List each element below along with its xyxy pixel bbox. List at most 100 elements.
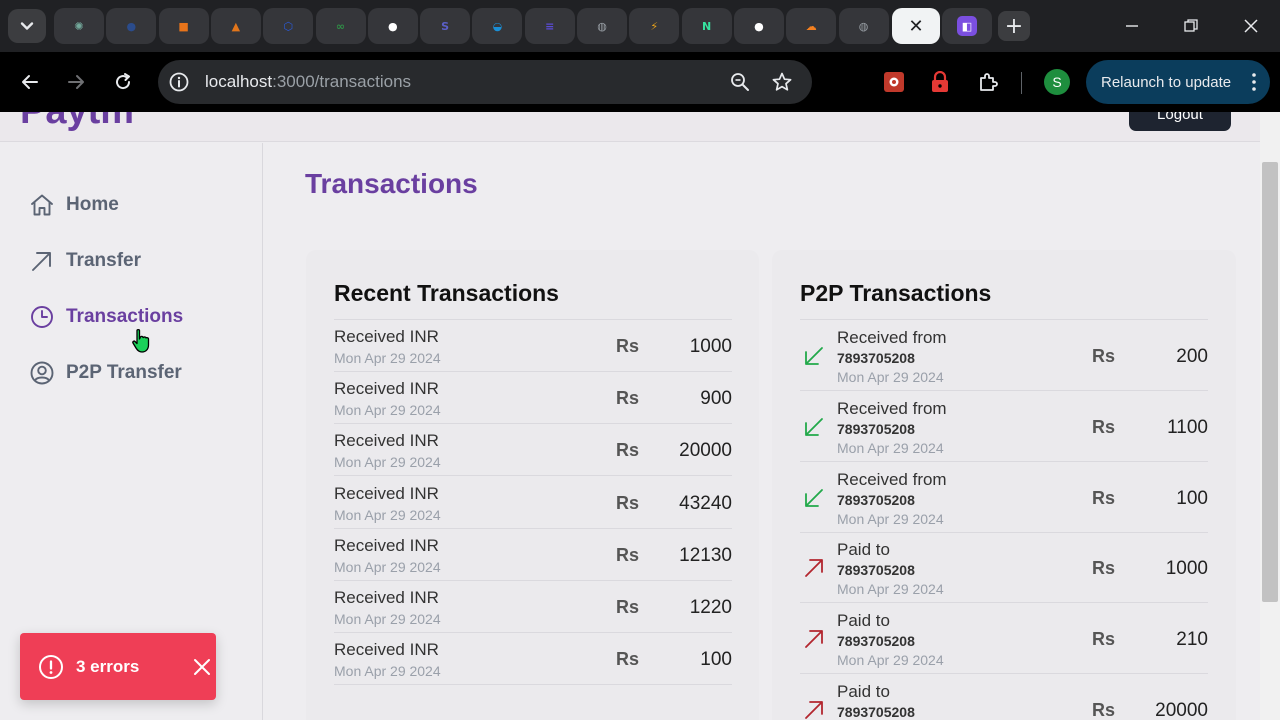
active-tab[interactable]: ✕ [892, 8, 940, 44]
tab-search-button[interactable] [8, 9, 46, 43]
transaction-date: Mon Apr 29 2024 [837, 652, 944, 669]
currency-label: Rs [616, 544, 640, 565]
restore-icon[interactable] [1179, 14, 1203, 38]
address-bar[interactable]: localhost:3000/transactions [158, 60, 812, 104]
browser-tab[interactable]: ⬡ [263, 8, 314, 44]
browser-tab[interactable]: N [681, 8, 732, 44]
star-icon[interactable] [771, 71, 793, 93]
transaction-amount: 1220 [689, 597, 732, 618]
sidebar-item-transfer[interactable]: Transfer [28, 245, 141, 277]
transaction-amount: 210 [1176, 629, 1208, 651]
currency-label: Rs [616, 492, 640, 513]
info-icon[interactable] [168, 71, 190, 93]
globe-icon: ◍ [597, 19, 607, 33]
table-row: Received from 7893705208 Mon Apr 29 2024 Rs… [800, 320, 1208, 391]
brand-logo[interactable]: Paytm [20, 112, 134, 133]
relaunch-button[interactable]: Relaunch to update [1086, 60, 1270, 104]
avatar-icon: ● [126, 19, 137, 33]
zoom-icon[interactable] [729, 71, 751, 93]
browser-tab[interactable]: ✺ [54, 8, 104, 44]
arrow-down-left-icon [805, 488, 823, 507]
browser-tab[interactable]: ● [733, 8, 784, 44]
close-tab-icon[interactable]: ✕ [908, 16, 923, 37]
reload-icon [116, 73, 131, 90]
tab-overlay[interactable]: ◧ [942, 8, 992, 44]
transaction-label: Received from [837, 328, 947, 347]
transaction-date: Mon Apr 29 2024 [334, 350, 441, 366]
close-icon[interactable] [191, 656, 213, 678]
back-button[interactable] [16, 68, 44, 96]
arrow-right-icon [68, 75, 84, 89]
currency-label: Rs [616, 649, 640, 670]
globe-icon: ◍ [858, 19, 869, 33]
scroll-thumb[interactable] [1262, 162, 1278, 602]
hand-pointer-icon [132, 328, 150, 353]
counterparty-number: 7893705208 [837, 704, 915, 720]
browser-tab[interactable]: ● [106, 8, 157, 44]
transaction-amount: 20000 [1155, 700, 1208, 720]
browser-toolbar: localhost:3000/transactions S Relaunch t… [0, 52, 1280, 112]
table-row: Received INR Mon Apr 29 2024 Rs 100 [334, 633, 732, 686]
minimize-icon[interactable] [1120, 14, 1144, 38]
reload-button[interactable] [109, 68, 137, 96]
browser-tab[interactable]: ◒ [472, 8, 523, 44]
recent-transactions-card: Recent Transactions Received INR Mon Apr … [306, 250, 759, 720]
app-topbar: Paytm Logout [0, 112, 1260, 142]
browser-tab[interactable]: ■ [158, 8, 209, 44]
p2p-transactions-card: P2P Transactions Received from 7893705208… [772, 250, 1236, 720]
more-vert-icon[interactable] [1252, 72, 1256, 92]
browser-tab[interactable]: ≡ [524, 8, 575, 44]
transaction-date: Mon Apr 29 2024 [837, 369, 944, 385]
script-icon: S [441, 19, 450, 33]
extension-lock-icon[interactable] [928, 70, 952, 94]
url-text[interactable]: localhost:3000/transactions [205, 72, 411, 92]
extension-gift-icon[interactable] [882, 70, 906, 94]
transaction-date: Mon Apr 29 2024 [334, 663, 441, 680]
currency-label: Rs [1092, 558, 1116, 579]
sidebar-item-label: Transfer [66, 250, 141, 271]
openai-icon: ✺ [74, 19, 84, 33]
url-path: :3000/transactions [272, 72, 412, 91]
transaction-amount: 200 [1176, 346, 1208, 367]
browser-tab[interactable]: ∞ [315, 8, 366, 44]
profile-avatar[interactable]: S [1044, 69, 1070, 95]
github-icon: ● [387, 19, 398, 33]
sidebar-item-label: Transactions [66, 306, 184, 327]
logout-button[interactable]: Logout [1129, 112, 1231, 131]
browser-tab[interactable]: ⚡ [629, 8, 680, 44]
new-tab-button[interactable]: + [998, 11, 1030, 41]
clock-icon [28, 303, 56, 331]
currency-label: Rs [1092, 700, 1116, 720]
transaction-label: Received INR [334, 588, 439, 607]
browser-tab[interactable]: ☁ [786, 8, 837, 44]
currency-label: Rs [616, 440, 640, 461]
page-scrollbar[interactable] [1260, 112, 1280, 720]
table-row: Paid to 7893705208 Mon Apr 29 2024 Rs 210 [800, 603, 1208, 675]
sidebar-item-p2p-transfer[interactable]: P2P Transfer [28, 357, 182, 389]
forward-button[interactable] [62, 68, 90, 96]
currency-label: Rs [1092, 629, 1116, 650]
page-viewport: Paytm Logout Home Transfer Transactions [0, 112, 1260, 720]
sidebar-item-home[interactable]: Home [28, 189, 119, 221]
browser-tab[interactable]: ◍ [838, 8, 889, 44]
counterparty-number: 7893705208 [837, 562, 915, 579]
browser-tab[interactable]: ◍ [577, 8, 627, 44]
extensions-puzzle-icon[interactable] [976, 70, 1000, 94]
relaunch-label: Relaunch to update [1101, 73, 1232, 91]
table-row: Received INR Mon Apr 29 2024 Rs 20000 [334, 424, 732, 477]
sidebar-item-transactions[interactable]: Transactions [28, 301, 183, 333]
browser-tab[interactable]: ▲ [210, 8, 261, 44]
error-toast[interactable]: 3 errors [20, 633, 216, 700]
transaction-date: Mon Apr 29 2024 [334, 402, 441, 419]
cube-icon: ■ [178, 19, 189, 33]
recent-transactions-title: Recent Transactions [334, 280, 559, 306]
transaction-amount: 20000 [679, 440, 732, 462]
alert-circle-icon [39, 655, 63, 679]
browser-tab[interactable]: S [420, 8, 471, 44]
close-window-icon[interactable] [1239, 14, 1263, 38]
browser-tab[interactable]: ● [367, 8, 418, 44]
user-circle-icon [28, 359, 56, 387]
transaction-label: Received INR [334, 535, 439, 555]
transaction-label: Received from [837, 469, 947, 489]
transaction-label: Received INR [334, 327, 439, 346]
